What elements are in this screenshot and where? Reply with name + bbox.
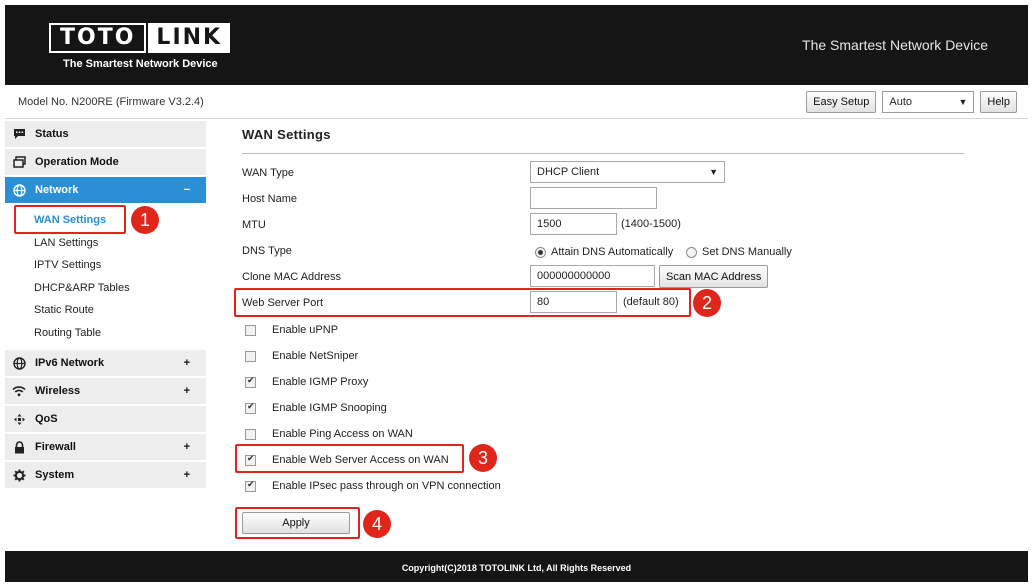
help-button[interactable]: Help [980,91,1017,113]
annotation-highlight-web-access [235,444,464,473]
sidebar-item-label: Wireless [35,385,81,397]
wifi-icon [12,384,26,398]
submenu-item-routing-table[interactable]: Routing Table [5,322,206,345]
checkbox-label: Enable Ping Access on WAN [272,428,413,440]
annotation-highlight-wan-settings [14,205,126,234]
radio-selected-icon [535,246,546,258]
sidebar-item-label: System [35,469,75,481]
sidebar-item-label: Network [35,184,79,196]
submenu-item-static-route[interactable]: Static Route [5,299,206,322]
logo-link-text: LINK [148,23,231,53]
annotation-badge: 4 [363,510,391,538]
checkbox-label: Enable IGMP Proxy [272,376,369,388]
sidebar-item-operation-mode[interactable]: Operation Mode [5,149,206,177]
wan-type-label: WAN Type [242,167,294,179]
sidebar-item-label: IPv6 Network [35,357,105,369]
annotation-badge: 1 [131,206,159,234]
totolink-logo: TOTO LINK The Smartest Network Device [49,23,231,70]
dns-type-label: DNS Type [242,245,292,257]
igmp-proxy-checkbox-row[interactable]: Enable IGMP Proxy [245,375,369,388]
checkbox-label: Enable IPsec pass through on VPN connect… [272,480,501,492]
divider [5,118,1028,119]
checkbox-label: Enable NetSniper [272,350,359,362]
sidebar-item-label: Firewall [35,441,76,453]
submenu-item-dhcp-arp-tables[interactable]: DHCP&ARP Tables [5,277,206,300]
collapse-icon: − [183,184,190,196]
sidebar: Status Operation Mode Network − WAN Sett… [5,121,206,490]
expand-icon: + [183,441,190,453]
footer-copyright: Copyright(C)2018 TOTOLINK Ltd, All Right… [5,551,1028,582]
dns-manual-radio[interactable]: Set DNS Manually [686,246,792,258]
radio-unselected-icon [686,246,697,258]
scan-mac-button[interactable]: Scan MAC Address [659,265,769,288]
annotation-badge: 2 [693,289,721,317]
sidebar-item-system[interactable]: System + [5,462,206,490]
wan-type-select[interactable]: DHCP Client ▼ [530,161,725,183]
expand-icon: + [183,385,190,397]
netsniper-checkbox-row[interactable]: Enable NetSniper [245,350,358,362]
checkbox-checked-icon[interactable] [245,479,256,492]
upnp-checkbox-row[interactable]: Enable uPNP [245,324,338,336]
checkbox-unchecked-icon[interactable] [245,324,256,336]
host-name-input[interactable] [530,187,657,209]
topbar-controls: Easy Setup Auto ▼ Help [806,91,1017,113]
globe-icon [12,356,26,370]
logo-tagline: The Smartest Network Device [63,58,218,70]
sidebar-item-status[interactable]: Status [5,121,206,149]
mtu-label: MTU [242,219,266,231]
sidebar-item-label: QoS [35,413,58,425]
dropdown-arrow-icon: ▼ [709,167,718,177]
clone-mac-input[interactable]: 000000000000 [530,265,655,287]
sidebar-item-firewall[interactable]: Firewall + [5,434,206,462]
mtu-hint: (1400-1500) [621,218,681,230]
submenu-item-iptv-settings[interactable]: IPTV Settings [5,254,206,277]
dns-auto-radio[interactable]: Attain DNS Automatically [535,246,673,258]
title-divider [242,153,964,154]
chat-bubble-icon [12,127,26,141]
ping-access-checkbox-row[interactable]: Enable Ping Access on WAN [245,428,413,440]
checkbox-checked-icon[interactable] [245,375,256,388]
mtu-input[interactable]: 1500 [530,213,617,235]
annotation-highlight-web-port [234,288,691,317]
qos-icon [12,412,26,426]
sidebar-item-label: Operation Mode [35,156,119,168]
gear-icon [12,468,26,482]
window-icon [12,155,26,169]
header-bar: TOTO LINK The Smartest Network Device Th… [5,5,1028,85]
model-info: Model No. N200RE (Firmware V3.2.4) [18,96,204,108]
language-select[interactable]: Auto ▼ [882,91,975,113]
dropdown-arrow-icon: ▼ [958,97,968,107]
sidebar-item-qos[interactable]: QoS [5,406,206,434]
header-slogan: The Smartest Network Device [802,37,988,53]
sidebar-item-ipv6-network[interactable]: IPv6 Network + [5,350,206,378]
checkbox-label: Enable uPNP [272,324,339,336]
checkbox-unchecked-icon[interactable] [245,428,256,440]
expand-icon: + [183,357,190,369]
page-title: WAN Settings [242,127,331,142]
clone-mac-label: Clone MAC Address [242,271,342,283]
ipsec-passthrough-checkbox-row[interactable]: Enable IPsec pass through on VPN connect… [245,479,501,492]
sidebar-item-network[interactable]: Network − [5,177,206,205]
annotation-badge: 3 [469,444,497,472]
dns-manual-label: Set DNS Manually [702,246,792,258]
checkbox-checked-icon[interactable] [245,401,256,414]
host-name-label: Host Name [242,193,298,205]
submenu-item-lan-settings[interactable]: LAN Settings [5,232,206,255]
sidebar-item-wireless[interactable]: Wireless + [5,378,206,406]
sidebar-item-label: Status [35,128,69,140]
annotation-highlight-apply [235,507,360,539]
logo-toto-text: TOTO [49,23,147,53]
easy-setup-button[interactable]: Easy Setup [806,91,877,113]
checkbox-label: Enable IGMP Snooping [272,402,387,414]
wan-type-value: DHCP Client [537,166,600,178]
expand-icon: + [183,469,190,481]
lock-icon [12,440,26,454]
igmp-snooping-checkbox-row[interactable]: Enable IGMP Snooping [245,401,387,414]
dns-auto-label: Attain DNS Automatically [551,246,674,258]
language-select-value: Auto [889,96,913,108]
globe-icon [12,183,26,197]
checkbox-unchecked-icon[interactable] [245,350,256,362]
